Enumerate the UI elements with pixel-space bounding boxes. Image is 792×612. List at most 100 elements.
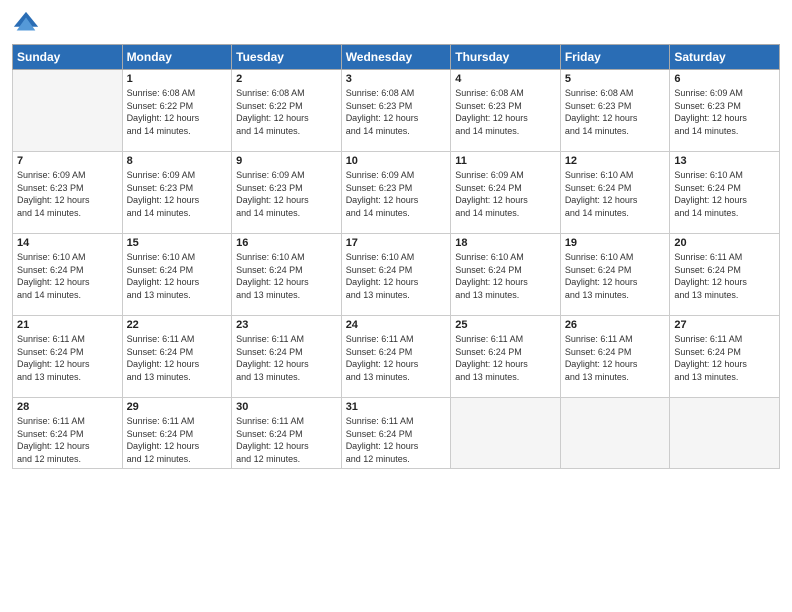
day-number: 14: [17, 237, 118, 249]
day-number: 17: [346, 237, 447, 249]
calendar-cell: 27 Sunrise: 6:11 AM Sunset: 6:24 PM Dayli…: [670, 316, 780, 398]
day-number: 29: [127, 401, 228, 413]
day-number: 28: [17, 401, 118, 413]
day-number: 31: [346, 401, 447, 413]
day-number: 19: [565, 237, 666, 249]
calendar-cell: 28 Sunrise: 6:11 AM Sunset: 6:24 PM Dayli…: [13, 398, 123, 469]
calendar-cell: 5Sunrise: 6:08 AM Sunset: 6:23 PM Daylig…: [560, 70, 670, 152]
calendar-week-row: 1 Sunrise: 6:08 AM Sunset: 6:22 PM Daylig…: [13, 70, 780, 152]
day-number: 2: [236, 73, 337, 85]
day-info: Sunrise: 6:11 AM Sunset: 6:24 PM Dayligh…: [565, 333, 666, 383]
calendar-header-tuesday: Tuesday: [232, 45, 342, 70]
day-info: Sunrise: 6:10 AM Sunset: 6:24 PM Dayligh…: [127, 251, 228, 301]
day-info: Sunrise: 6:11 AM Sunset: 6:24 PM Dayligh…: [236, 415, 337, 465]
day-number: 4: [455, 73, 556, 85]
day-number: 26: [565, 319, 666, 331]
calendar-header-monday: Monday: [122, 45, 232, 70]
calendar-cell: 15 Sunrise: 6:10 AM Sunset: 6:24 PM Dayli…: [122, 234, 232, 316]
day-info: Sunrise: 6:09 AM Sunset: 6:23 PM Dayligh…: [127, 169, 228, 219]
calendar-cell: 14Sunrise: 6:10 AM Sunset: 6:24 PM Dayli…: [13, 234, 123, 316]
calendar-cell: 2 Sunrise: 6:08 AM Sunset: 6:22 PM Daylig…: [232, 70, 342, 152]
calendar-cell: 12 Sunrise: 6:10 AM Sunset: 6:24 PM Dayli…: [560, 152, 670, 234]
page: SundayMondayTuesdayWednesdayThursdayFrid…: [0, 0, 792, 612]
day-info: Sunrise: 6:11 AM Sunset: 6:24 PM Dayligh…: [127, 415, 228, 465]
day-number: 1: [127, 73, 228, 85]
day-info: Sunrise: 6:11 AM Sunset: 6:24 PM Dayligh…: [455, 333, 556, 383]
day-info: Sunrise: 6:11 AM Sunset: 6:24 PM Dayligh…: [674, 251, 775, 301]
calendar-cell: 4 Sunrise: 6:08 AM Sunset: 6:23 PM Daylig…: [451, 70, 561, 152]
calendar-header-wednesday: Wednesday: [341, 45, 451, 70]
calendar-header-sunday: Sunday: [13, 45, 123, 70]
calendar-cell: 26 Sunrise: 6:11 AM Sunset: 6:24 PM Dayli…: [560, 316, 670, 398]
day-number: 25: [455, 319, 556, 331]
calendar-header-friday: Friday: [560, 45, 670, 70]
day-number: 15: [127, 237, 228, 249]
calendar-week-row: 7Sunrise: 6:09 AM Sunset: 6:23 PM Daylig…: [13, 152, 780, 234]
calendar-cell: 8Sunrise: 6:09 AM Sunset: 6:23 PM Daylig…: [122, 152, 232, 234]
day-info: Sunrise: 6:08 AM Sunset: 6:23 PM Dayligh…: [455, 87, 556, 137]
calendar-week-row: 28 Sunrise: 6:11 AM Sunset: 6:24 PM Dayli…: [13, 398, 780, 469]
calendar-cell: 18Sunrise: 6:10 AM Sunset: 6:24 PM Dayli…: [451, 234, 561, 316]
calendar-cell: 17 Sunrise: 6:10 AM Sunset: 6:24 PM Dayli…: [341, 234, 451, 316]
calendar-cell: 24 Sunrise: 6:11 AM Sunset: 6:24 PM Dayli…: [341, 316, 451, 398]
calendar-cell: 6 Sunrise: 6:09 AM Sunset: 6:23 PM Daylig…: [670, 70, 780, 152]
day-info: Sunrise: 6:11 AM Sunset: 6:24 PM Dayligh…: [17, 333, 118, 383]
day-number: 18: [455, 237, 556, 249]
day-info: Sunrise: 6:10 AM Sunset: 6:24 PM Dayligh…: [565, 251, 666, 301]
day-number: 22: [127, 319, 228, 331]
calendar-cell: [13, 70, 123, 152]
day-number: 9: [236, 155, 337, 167]
day-info: Sunrise: 6:11 AM Sunset: 6:24 PM Dayligh…: [346, 415, 447, 465]
day-info: Sunrise: 6:11 AM Sunset: 6:24 PM Dayligh…: [346, 333, 447, 383]
day-info: Sunrise: 6:11 AM Sunset: 6:24 PM Dayligh…: [17, 415, 118, 465]
day-number: 13: [674, 155, 775, 167]
calendar-cell: 1Sunrise: 6:08 AM Sunset: 6:22 PM Daylig…: [122, 70, 232, 152]
day-info: Sunrise: 6:10 AM Sunset: 6:24 PM Dayligh…: [346, 251, 447, 301]
calendar-cell: 9 Sunrise: 6:09 AM Sunset: 6:23 PM Daylig…: [232, 152, 342, 234]
day-info: Sunrise: 6:11 AM Sunset: 6:24 PM Dayligh…: [674, 333, 775, 383]
day-number: 16: [236, 237, 337, 249]
calendar-cell: 13 Sunrise: 6:10 AM Sunset: 6:24 PM Dayli…: [670, 152, 780, 234]
calendar-cell: 7Sunrise: 6:09 AM Sunset: 6:23 PM Daylig…: [13, 152, 123, 234]
day-info: Sunrise: 6:08 AM Sunset: 6:23 PM Dayligh…: [346, 87, 447, 137]
day-info: Sunrise: 6:11 AM Sunset: 6:24 PM Dayligh…: [127, 333, 228, 383]
day-number: 10: [346, 155, 447, 167]
logo: [12, 10, 44, 38]
day-number: 30: [236, 401, 337, 413]
day-info: Sunrise: 6:09 AM Sunset: 6:23 PM Dayligh…: [674, 87, 775, 137]
calendar-week-row: 21 Sunrise: 6:11 AM Sunset: 6:24 PM Dayli…: [13, 316, 780, 398]
day-info: Sunrise: 6:09 AM Sunset: 6:23 PM Dayligh…: [236, 169, 337, 219]
day-info: Sunrise: 6:10 AM Sunset: 6:24 PM Dayligh…: [674, 169, 775, 219]
day-info: Sunrise: 6:09 AM Sunset: 6:24 PM Dayligh…: [455, 169, 556, 219]
calendar-header-thursday: Thursday: [451, 45, 561, 70]
day-number: 21: [17, 319, 118, 331]
calendar-cell: 30 Sunrise: 6:11 AM Sunset: 6:24 PM Dayli…: [232, 398, 342, 469]
day-info: Sunrise: 6:09 AM Sunset: 6:23 PM Dayligh…: [17, 169, 118, 219]
day-number: 23: [236, 319, 337, 331]
day-number: 24: [346, 319, 447, 331]
calendar-week-row: 14 Sunrise: 6:10 AM Sunset: 6:24 PM Dayli…: [13, 234, 780, 316]
day-info: Sunrise: 6:10 AM Sunset: 6:24 PM Dayligh…: [565, 169, 666, 219]
calendar-cell: 22 Sunrise: 6:11 AM Sunset: 6:24 PM Dayli…: [122, 316, 232, 398]
logo-icon: [12, 10, 40, 38]
day-info: Sunrise: 6:10 AM Sunset: 6:24 PM Dayligh…: [236, 251, 337, 301]
calendar-cell: [451, 398, 561, 469]
calendar-cell: [560, 398, 670, 469]
calendar-cell: 3 Sunrise: 6:08 AM Sunset: 6:23 PM Daylig…: [341, 70, 451, 152]
day-info: Sunrise: 6:08 AM Sunset: 6:22 PM Dayligh…: [236, 87, 337, 137]
calendar-cell: 31 Sunrise: 6:11 AM Sunset: 6:24 PM Dayli…: [341, 398, 451, 469]
day-number: 27: [674, 319, 775, 331]
calendar-cell: 19 Sunrise: 6:10 AM Sunset: 6:24 PM Dayli…: [560, 234, 670, 316]
calendar-cell: [670, 398, 780, 469]
calendar-cell: 29 Sunrise: 6:11 AM Sunset: 6:24 PM Dayli…: [122, 398, 232, 469]
calendar-header-saturday: Saturday: [670, 45, 780, 70]
calendar-cell: 23 Sunrise: 6:11 AM Sunset: 6:24 PM Dayli…: [232, 316, 342, 398]
day-info: Sunrise: 6:11 AM Sunset: 6:24 PM Dayligh…: [236, 333, 337, 383]
day-number: 3: [346, 73, 447, 85]
day-number: 12: [565, 155, 666, 167]
calendar-cell: 11Sunrise: 6:09 AM Sunset: 6:24 PM Dayli…: [451, 152, 561, 234]
day-info: Sunrise: 6:09 AM Sunset: 6:23 PM Dayligh…: [346, 169, 447, 219]
day-number: 6: [674, 73, 775, 85]
day-number: 5: [565, 73, 666, 85]
calendar-cell: 25 Sunrise: 6:11 AM Sunset: 6:24 PM Dayli…: [451, 316, 561, 398]
